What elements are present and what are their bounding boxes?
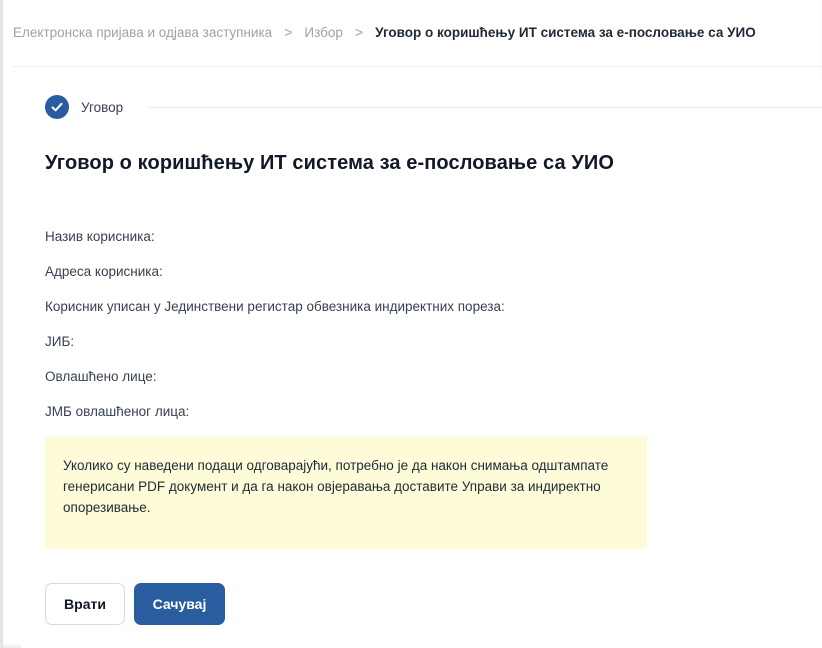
breadcrumb: Електронска пријава и одјава заступника …	[13, 12, 756, 52]
breadcrumb-item-choice[interactable]: Избор	[304, 25, 343, 40]
field-authorized-jmb: ЈМБ овлашћеног лица:	[45, 404, 190, 419]
breadcrumb-item-registration[interactable]: Електронска пријава и одјава заступника	[13, 25, 272, 40]
field-user-name: Назив корисника:	[45, 229, 155, 244]
field-authorized-person: Овлашћено лице:	[45, 369, 157, 384]
user-fields: Назив корисника: Адреса корисника: Корис…	[45, 228, 505, 438]
step-label: Уговор	[81, 99, 124, 115]
stepper: Уговор	[45, 95, 123, 119]
page-title: Уговор о коришћењу ИТ система за е-посло…	[45, 152, 615, 174]
back-button[interactable]: Врати	[45, 583, 125, 625]
save-button[interactable]: Сачувај	[134, 583, 225, 625]
field-jib: ЈИБ:	[45, 334, 75, 349]
field-user-address: Адреса корисника:	[45, 264, 163, 279]
window-frame: Електронска пријава и одјава заступника …	[0, 0, 822, 648]
info-notice: Уколико су наведени подаци одговарајући,…	[45, 437, 647, 549]
contract-card: Уговор Уговор о коришћењу ИТ система за …	[21, 78, 822, 648]
breadcrumb-item-current: Уговор о коришћењу ИТ система за е-посло…	[375, 24, 756, 40]
stepper-line	[149, 107, 822, 108]
field-register-status: Корисник уписан у Јединствени регистар о…	[45, 299, 505, 314]
chevron-right-icon: >	[284, 24, 293, 40]
check-icon	[45, 95, 69, 119]
chevron-right-icon: >	[354, 24, 364, 40]
header-divider	[13, 66, 822, 67]
